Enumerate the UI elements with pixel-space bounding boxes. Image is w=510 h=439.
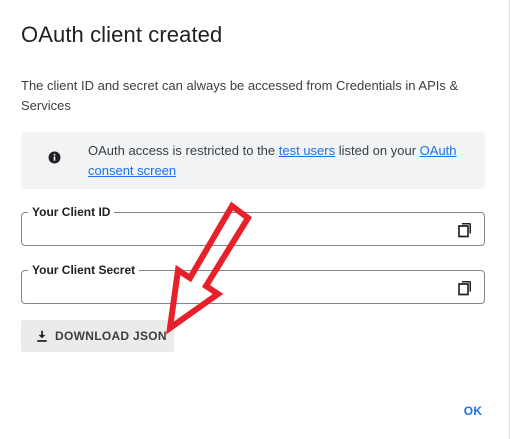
- download-json-label: DOWNLOAD JSON: [55, 329, 167, 343]
- info-notice: OAuth access is restricted to the test u…: [21, 132, 485, 189]
- ok-button[interactable]: OK: [454, 397, 492, 425]
- client-secret-field[interactable]: Your Client Secret: [21, 262, 485, 304]
- client-secret-label: Your Client Secret: [28, 262, 140, 278]
- download-icon: [37, 330, 47, 342]
- client-id-field[interactable]: Your Client ID: [21, 204, 485, 246]
- info-notice-text: OAuth access is restricted to the test u…: [88, 141, 473, 181]
- test-users-link[interactable]: test users: [279, 143, 335, 158]
- info-icon: [48, 151, 61, 164]
- download-json-button[interactable]: DOWNLOAD JSON: [21, 320, 174, 352]
- oauth-client-created-dialog: OAuth client created The client ID and s…: [0, 0, 510, 439]
- dialog-description: The client ID and secret can always be a…: [21, 78, 459, 113]
- copy-icon[interactable]: [456, 278, 474, 296]
- client-id-label: Your Client ID: [28, 204, 115, 220]
- info-text-part: listed on your: [335, 143, 420, 158]
- copy-icon[interactable]: [456, 220, 474, 238]
- info-text-part: OAuth access is restricted to the: [88, 143, 279, 158]
- dialog-title: OAuth client created: [21, 22, 223, 47]
